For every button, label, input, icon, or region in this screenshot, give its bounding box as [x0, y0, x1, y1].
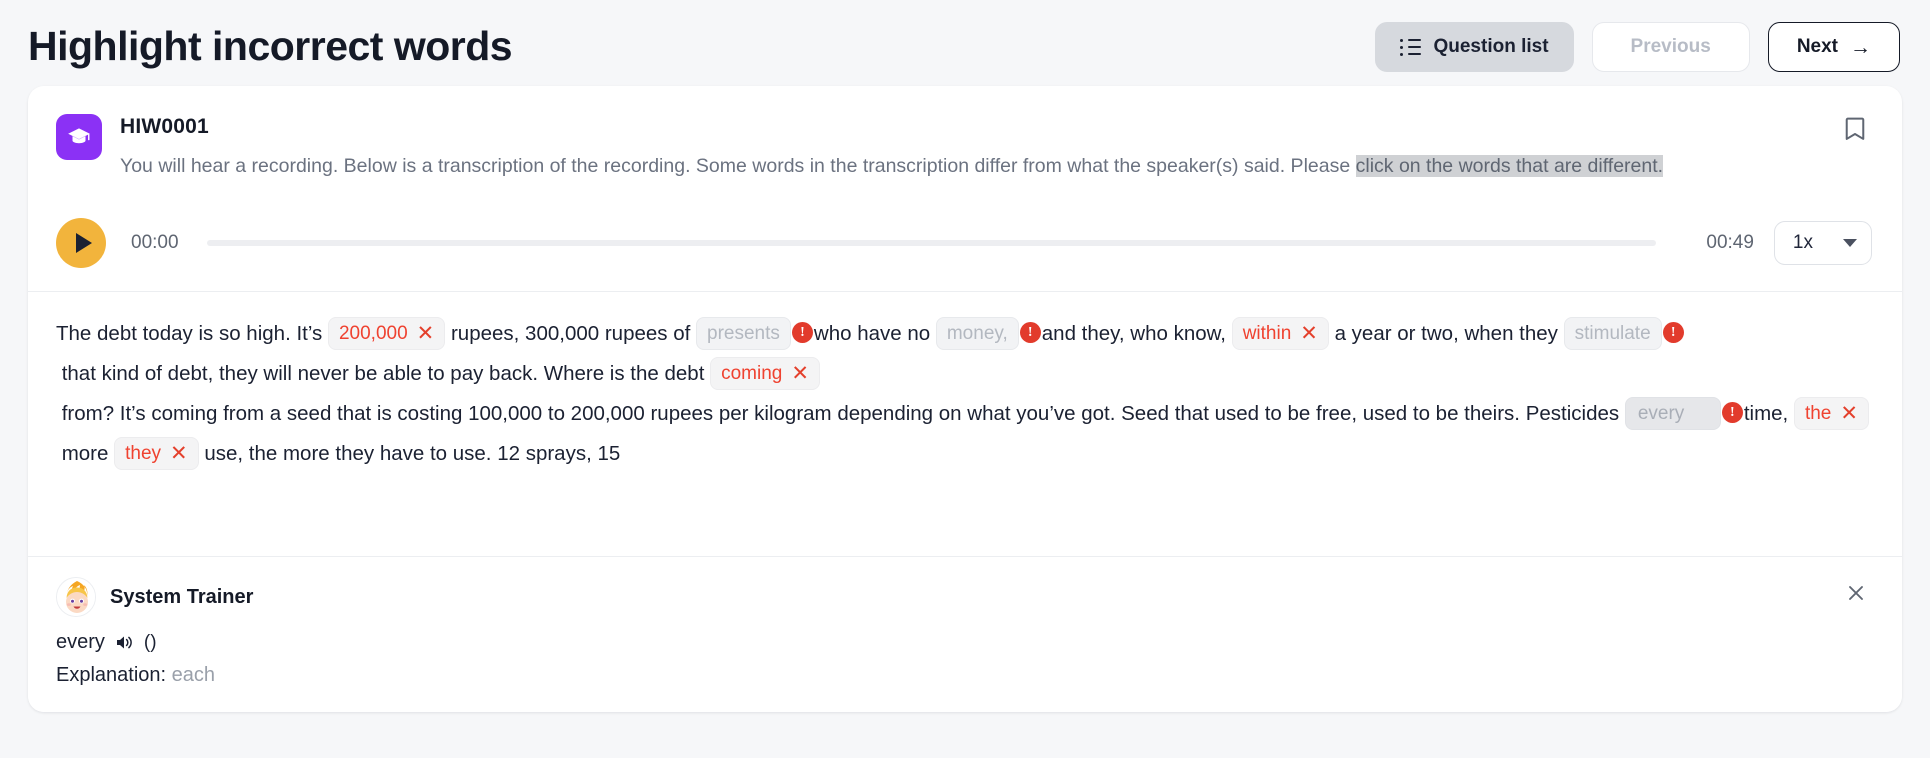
incorrect-word-chip[interactable]: they ✕: [114, 437, 199, 471]
trainer-name: System Trainer: [110, 585, 254, 608]
question-card: HIW0001 You will hear a recording. Below…: [28, 86, 1902, 712]
previous-label: Previous: [1630, 36, 1711, 57]
instruction-plain: You will hear a recording. Below is a tr…: [120, 155, 1356, 177]
playback-speed-select[interactable]: 1x: [1773, 220, 1872, 265]
close-icon[interactable]: [1846, 583, 1866, 608]
page-header: Highlight incorrect words Question list …: [0, 0, 1930, 86]
chip-label: stimulate: [1574, 322, 1651, 344]
chip-label: they: [125, 442, 162, 464]
replacement-word-chip[interactable]: presents: [696, 317, 791, 351]
question-list-button[interactable]: Question list: [1375, 22, 1574, 72]
remove-icon[interactable]: ✕: [1300, 323, 1318, 344]
bookmark-icon[interactable]: [1844, 116, 1866, 147]
transcript-text-run: and they, who know,: [1041, 322, 1232, 346]
arrow-right-icon: →: [1850, 35, 1871, 59]
trainer-explanation: Explanation: each: [56, 664, 1872, 687]
explanation-label: Explanation:: [56, 664, 167, 686]
question-header-body: HIW0001 You will hear a recording. Below…: [120, 114, 1872, 180]
progress-bar[interactable]: [206, 239, 1657, 246]
header-actions: Question list Previous Next →: [1375, 22, 1900, 72]
transcript-text-run: use, the more they have to use. 12 spray…: [198, 442, 621, 466]
trainer-word: every: [56, 631, 105, 653]
trainer-word-row: every (): [56, 631, 1872, 654]
question-instruction: You will hear a recording. Below is a tr…: [120, 152, 1840, 180]
transcript-text-run: more: [56, 442, 115, 466]
audio-player: 00:00 00:49 1x: [28, 194, 1902, 293]
list-icon: [1400, 39, 1421, 56]
chip-label: every: [1637, 402, 1685, 424]
chip-label: presents: [707, 322, 780, 344]
chip-label: 200,000: [338, 322, 408, 344]
chip-label: the: [1804, 402, 1832, 424]
incorrect-word-chip[interactable]: within ✕: [1231, 317, 1329, 351]
remove-icon[interactable]: ✕: [791, 363, 809, 384]
graduation-cap-icon: [56, 114, 102, 160]
next-button[interactable]: Next →: [1767, 22, 1900, 72]
current-time: 00:00: [131, 231, 179, 253]
chevron-down-icon: [1843, 238, 1857, 247]
incorrect-word-chip[interactable]: coming ✕: [710, 357, 820, 391]
system-trainer-panel: System Trainer every () Explanation: eac…: [28, 556, 1902, 712]
replacement-word-chip[interactable]: every: [1624, 397, 1721, 431]
alert-icon[interactable]: !: [1721, 402, 1743, 424]
instruction-selected: click on the words that are different.: [1355, 155, 1664, 177]
replacement-word-chip[interactable]: money,: [935, 317, 1019, 351]
transcript-text-run: a year or two, when they: [1328, 322, 1564, 346]
incorrect-word-chip[interactable]: the ✕: [1793, 397, 1869, 431]
transcript-text[interactable]: The debt today is so high. It’s 200,000 ✕…: [28, 292, 1902, 471]
replacement-word-chip[interactable]: stimulate: [1563, 317, 1662, 351]
duration-time: 00:49: [1706, 231, 1754, 253]
trainer-avatar: [56, 577, 96, 617]
trainer-parens: (): [143, 631, 157, 653]
incorrect-word-chip[interactable]: 200,000 ✕: [327, 317, 446, 351]
explanation-value: each: [171, 664, 216, 686]
question-header: HIW0001 You will hear a recording. Below…: [28, 86, 1902, 180]
alert-icon[interactable]: !: [1019, 322, 1041, 344]
chip-label: within: [1242, 322, 1292, 344]
remove-icon[interactable]: ✕: [417, 323, 435, 344]
playback-speed-value: 1x: [1792, 231, 1813, 253]
play-icon[interactable]: [56, 217, 106, 268]
speaker-icon[interactable]: [115, 634, 134, 651]
transcript-text-run: that kind of debt, they will never be ab…: [56, 362, 711, 386]
question-list-label: Question list: [1433, 36, 1549, 57]
previous-button[interactable]: Previous: [1591, 22, 1750, 72]
transcript-text-run: time,: [1743, 402, 1794, 426]
transcript-text-run: from? It’s coming from a seed that is co…: [56, 402, 1625, 426]
remove-icon[interactable]: ✕: [170, 443, 188, 464]
transcript-text-run: The debt today is so high. It’s: [56, 322, 328, 346]
question-code: HIW0001: [120, 115, 209, 138]
alert-icon[interactable]: !: [791, 322, 813, 344]
chip-label: money,: [946, 322, 1008, 344]
transcript-text-run: rupees, 300,000 rupees of: [445, 322, 697, 346]
alert-icon[interactable]: !: [1662, 322, 1684, 344]
app-root: Highlight incorrect words Question list …: [0, 0, 1930, 758]
trainer-header: System Trainer: [56, 577, 1872, 617]
page-title: Highlight incorrect words: [28, 23, 513, 70]
chip-label: coming: [721, 362, 783, 384]
transcript-text-run: who have no: [813, 322, 936, 346]
next-label: Next: [1796, 36, 1838, 57]
remove-icon[interactable]: ✕: [1840, 403, 1858, 424]
